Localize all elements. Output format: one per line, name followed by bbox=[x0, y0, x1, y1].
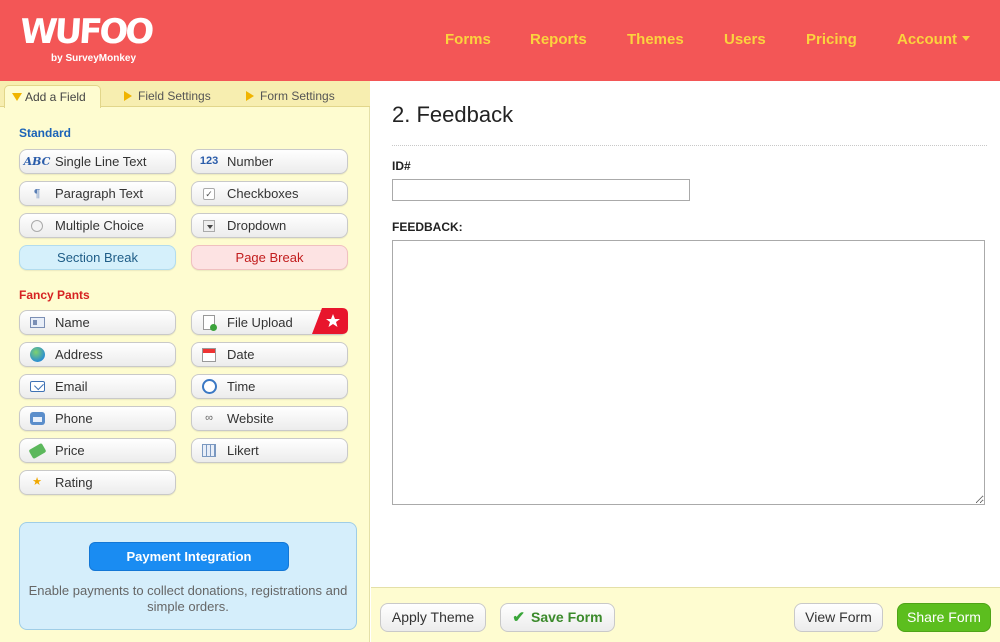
email-field-button[interactable]: Email bbox=[19, 374, 176, 399]
phone-icon bbox=[29, 411, 45, 426]
field-palette-panel: Add a Field Field Settings Form Settings… bbox=[0, 81, 370, 642]
button-label: Checkboxes bbox=[227, 186, 299, 201]
triangle-down-icon bbox=[12, 93, 22, 101]
button-label: Dropdown bbox=[227, 218, 287, 233]
main-nav: Forms Reports Themes Users Pricing Accou… bbox=[0, 31, 1000, 51]
likert-grid-icon bbox=[201, 443, 217, 458]
checkmark-icon: ✔ bbox=[512, 609, 525, 626]
nav-reports[interactable]: Reports bbox=[530, 31, 587, 48]
tab-add-field-label: Add a Field bbox=[25, 90, 86, 104]
premium-star-badge-icon[interactable] bbox=[312, 308, 348, 334]
checkboxes-button[interactable]: ✓ Checkboxes bbox=[191, 181, 348, 206]
dropdown-icon bbox=[201, 218, 217, 233]
app-header: WUFOO by SurveyMonkey Forms Reports Them… bbox=[0, 0, 1000, 81]
button-label: Email bbox=[55, 379, 88, 394]
form-action-bar: Apply Theme ✔ Save Form View Form Share F… bbox=[371, 587, 1000, 642]
button-label: Number bbox=[227, 154, 274, 169]
button-label: Multiple Choice bbox=[55, 218, 144, 233]
price-tag-icon bbox=[28, 442, 46, 459]
button-label: Date bbox=[227, 347, 255, 362]
fancy-pants-section-label: Fancy Pants bbox=[19, 288, 90, 302]
button-label: Single Line Text bbox=[55, 154, 147, 169]
abc-text-icon: ABC bbox=[23, 155, 51, 168]
name-card-icon bbox=[29, 315, 45, 330]
button-label: Section Break bbox=[57, 250, 138, 265]
tab-field-settings[interactable]: Field Settings bbox=[118, 85, 211, 107]
button-label: Rating bbox=[55, 475, 93, 490]
save-form-button[interactable]: ✔ Save Form bbox=[500, 603, 615, 632]
caret-down-icon bbox=[962, 36, 970, 41]
star-icon: ★ bbox=[32, 476, 42, 488]
button-label: Page Break bbox=[235, 250, 304, 265]
date-field-button[interactable]: Date bbox=[191, 342, 348, 367]
view-form-button[interactable]: View Form bbox=[794, 603, 883, 632]
link-icon: ∞ bbox=[205, 412, 213, 424]
pilcrow-icon: ¶ bbox=[33, 187, 41, 200]
tab-form-settings[interactable]: Form Settings bbox=[240, 85, 335, 107]
palette-tabs: Add a Field Field Settings Form Settings bbox=[0, 81, 370, 108]
form-title[interactable]: 2. Feedback bbox=[392, 102, 513, 128]
number-button[interactable]: 123 Number bbox=[191, 149, 348, 174]
button-label: Time bbox=[227, 379, 256, 394]
triangle-right-icon bbox=[124, 91, 132, 101]
save-form-label: Save Form bbox=[530, 609, 603, 625]
single-line-text-button[interactable]: ABC Single Line Text bbox=[19, 149, 176, 174]
envelope-icon bbox=[29, 379, 45, 394]
feedback-textarea[interactable] bbox=[392, 240, 985, 505]
section-break-button[interactable]: Section Break bbox=[19, 245, 176, 270]
globe-icon bbox=[29, 347, 45, 362]
logo-subtitle: by SurveyMonkey bbox=[51, 53, 137, 64]
button-label: Likert bbox=[227, 443, 259, 458]
feedback-field-label[interactable]: FEEDBACK: bbox=[392, 220, 463, 234]
number-123-icon: 123 bbox=[199, 155, 219, 167]
nav-account-label: Account bbox=[897, 31, 957, 48]
nav-users[interactable]: Users bbox=[724, 31, 766, 48]
payment-integration-button[interactable]: Payment Integration bbox=[89, 542, 289, 571]
dropdown-button[interactable]: Dropdown bbox=[191, 213, 348, 238]
nav-themes[interactable]: Themes bbox=[627, 31, 684, 48]
nav-account[interactable]: Account bbox=[897, 31, 970, 48]
button-label: Address bbox=[55, 347, 103, 362]
button-label: Price bbox=[55, 443, 85, 458]
standard-section-label: Standard bbox=[19, 126, 72, 140]
apply-theme-button[interactable]: Apply Theme bbox=[380, 603, 486, 632]
nav-pricing[interactable]: Pricing bbox=[806, 31, 857, 48]
share-form-button[interactable]: Share Form bbox=[897, 603, 991, 632]
likert-field-button[interactable]: Likert bbox=[191, 438, 348, 463]
rating-field-button[interactable]: ★ Rating bbox=[19, 470, 176, 495]
triangle-right-icon bbox=[246, 91, 254, 101]
id-input[interactable] bbox=[392, 179, 690, 201]
address-field-button[interactable]: Address bbox=[19, 342, 176, 367]
price-field-button[interactable]: Price bbox=[19, 438, 176, 463]
website-field-button[interactable]: ∞ Website bbox=[191, 406, 348, 431]
button-label: Phone bbox=[55, 411, 93, 426]
nav-forms[interactable]: Forms bbox=[445, 31, 491, 48]
checkbox-icon: ✓ bbox=[201, 186, 217, 201]
multiple-choice-button[interactable]: Multiple Choice bbox=[19, 213, 176, 238]
form-preview-panel: 2. Feedback ID# FEEDBACK: Apply Theme ✔ S… bbox=[371, 81, 1000, 642]
time-field-button[interactable]: Time bbox=[191, 374, 348, 399]
file-upload-icon bbox=[201, 315, 217, 331]
id-field-label[interactable]: ID# bbox=[392, 159, 411, 173]
name-field-button[interactable]: Name bbox=[19, 310, 176, 335]
payment-description: Enable payments to collect donations, re… bbox=[28, 583, 348, 614]
phone-field-button[interactable]: Phone bbox=[19, 406, 176, 431]
button-label: Website bbox=[227, 411, 274, 426]
payment-integration-box: Payment Integration Enable payments to c… bbox=[19, 522, 357, 630]
calendar-icon bbox=[201, 347, 217, 362]
tab-add-field[interactable]: Add a Field bbox=[4, 85, 101, 108]
button-label: Name bbox=[55, 315, 90, 330]
title-divider bbox=[392, 145, 987, 146]
paragraph-text-button[interactable]: ¶ Paragraph Text bbox=[19, 181, 176, 206]
clock-icon bbox=[201, 379, 217, 394]
tab-field-settings-label: Field Settings bbox=[138, 89, 211, 103]
tab-form-settings-label: Form Settings bbox=[260, 89, 335, 103]
button-label: File Upload bbox=[227, 315, 293, 330]
page-break-button[interactable]: Page Break bbox=[191, 245, 348, 270]
button-label: Paragraph Text bbox=[55, 186, 143, 201]
radio-icon bbox=[29, 218, 45, 233]
